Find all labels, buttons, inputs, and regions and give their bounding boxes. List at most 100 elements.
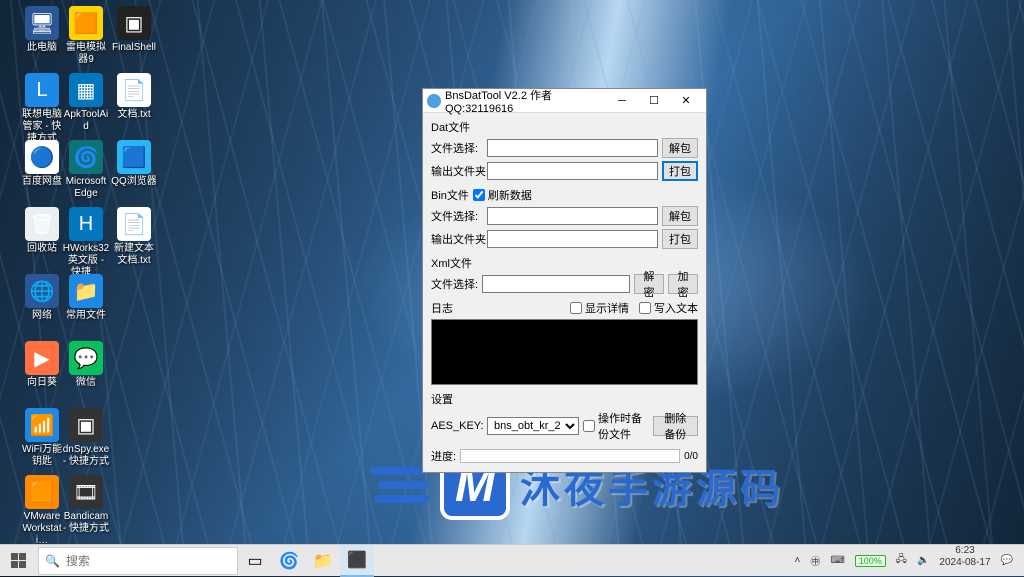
backup-checkbox[interactable]: 操作时备份文件: [583, 410, 649, 442]
app-icon: ▣: [117, 6, 151, 40]
notifications-button[interactable]: 💬: [996, 545, 1018, 576]
desktop-icon[interactable]: 🔵百度网盘: [18, 140, 66, 188]
delete-backup-button[interactable]: 删除备份: [653, 416, 698, 436]
bin-pack-button[interactable]: 打包: [662, 229, 698, 249]
tray-battery-icon[interactable]: 100%: [850, 545, 891, 576]
clock-time: 6:23: [955, 545, 974, 557]
icon-label: ApkToolAid: [62, 109, 110, 133]
progress-label: 进度:: [431, 448, 456, 464]
desktop-icon[interactable]: ▦ApkToolAid: [62, 73, 110, 133]
bin-file-select-label: 文件选择:: [431, 208, 483, 224]
xml-decrypt-button[interactable]: 解密: [634, 274, 664, 294]
taskbar-clock[interactable]: 6:23 2024-08-17: [934, 545, 995, 576]
log-write-checkbox[interactable]: 写入文本: [639, 300, 698, 316]
bin-refresh-check[interactable]: [473, 189, 485, 201]
bin-section-label: Bin文件: [431, 187, 469, 203]
dat-out-input[interactable]: [487, 162, 658, 180]
task-view-button[interactable]: ▭: [238, 545, 272, 577]
aes-key-select[interactable]: bns_obt_kr_2014#: [487, 417, 579, 435]
app-icon: 📁: [69, 274, 103, 308]
desktop-icon[interactable]: 📶WiFi万能钥匙: [18, 408, 66, 468]
tray-overflow-button[interactable]: ˄: [789, 545, 805, 576]
windows-logo-icon: [11, 553, 26, 568]
icon-label: 雷电模拟器9: [62, 42, 110, 66]
bin-file-input[interactable]: [487, 207, 658, 225]
icon-label: 此电脑: [18, 42, 66, 54]
desktop-icon[interactable]: ▣dnSpy.exe - 快捷方式: [62, 408, 110, 468]
dat-unpack-button[interactable]: 解包: [662, 138, 698, 158]
aes-key-label: AES_KEY:: [431, 420, 483, 432]
search-input[interactable]: [66, 554, 231, 568]
desktop-icon[interactable]: HHWorks32英文版 - 快捷…: [62, 207, 110, 279]
desktop-icon[interactable]: 🟧雷电模拟器9: [62, 6, 110, 66]
xml-file-input[interactable]: [482, 275, 630, 293]
maximize-button[interactable]: ☐: [638, 90, 670, 112]
minimize-button[interactable]: ─: [606, 90, 638, 112]
desktop-icon[interactable]: 🌐 网络: [18, 274, 66, 322]
log-detail-checkbox[interactable]: 显示详情: [570, 300, 629, 316]
desktop-icon[interactable]: 🟧VMware Workstati…: [18, 475, 66, 547]
app-icon: 🗑: [25, 207, 59, 241]
desktop-icon[interactable]: ▶ 向日葵: [18, 341, 66, 389]
dat-pack-button[interactable]: 打包: [662, 161, 698, 181]
icon-label: dnSpy.exe - 快捷方式: [62, 444, 110, 468]
app-icon: L: [25, 73, 59, 107]
desktop-icon[interactable]: 📁 常用文件: [62, 274, 110, 322]
bin-unpack-button[interactable]: 解包: [662, 206, 698, 226]
bnsdattool-window: BnsDatTool V2.2 作者QQ:32119616 ─ ☐ ✕ Dat文…: [422, 88, 707, 473]
desktop-icon[interactable]: 🌀Microsoft Edge: [62, 140, 110, 200]
app-icon: [427, 94, 441, 108]
system-tray: ˄ ㊥ ⌨ 100% 🖧 🔈 6:23 2024-08-17 💬: [789, 545, 1024, 576]
icon-label: FinalShell: [110, 42, 158, 54]
app-icon: 📶: [25, 408, 59, 442]
xml-file-select-label: 文件选择:: [431, 276, 478, 292]
dat-out-folder-label: 输出文件夹:: [431, 163, 483, 179]
taskbar-app-edge[interactable]: 🌀: [272, 545, 306, 577]
log-textarea[interactable]: [431, 319, 698, 385]
titlebar[interactable]: BnsDatTool V2.2 作者QQ:32119616 ─ ☐ ✕: [423, 89, 706, 113]
app-icon: ▦: [69, 73, 103, 107]
tray-volume-icon[interactable]: 🔈: [912, 545, 934, 576]
backup-check[interactable]: [583, 420, 595, 432]
bin-group: Bin文件 刷新数据 文件选择: 解包 输出文件夹: 打包: [431, 187, 698, 249]
icon-label: 向日葵: [18, 377, 66, 389]
desktop-icon[interactable]: ▣ FinalShell: [110, 6, 158, 54]
app-icon: ▶: [25, 341, 59, 375]
xml-group: Xml文件 文件选择: 解密 加密: [431, 255, 698, 294]
bin-out-folder-label: 输出文件夹:: [431, 231, 483, 247]
desktop-icon[interactable]: 📄新建文本文档.txt: [110, 207, 158, 267]
icon-label: 新建文本文档.txt: [110, 243, 158, 267]
icon-label: 常用文件: [62, 310, 110, 322]
app-icon: 🌐: [25, 274, 59, 308]
tray-ime-icon[interactable]: ㊥: [805, 545, 825, 576]
icon-label: 文档.txt: [110, 109, 158, 121]
bin-out-input[interactable]: [487, 230, 658, 248]
show-desktop-button[interactable]: [1018, 545, 1024, 576]
start-button[interactable]: [0, 545, 36, 577]
desktop-icon[interactable]: 🎞Bandicam - 快捷方式: [62, 475, 110, 535]
dat-file-input[interactable]: [487, 139, 658, 157]
app-icon: 📄: [117, 207, 151, 241]
icon-label: 网络: [18, 310, 66, 322]
desktop-icon[interactable]: 🖥此电脑: [18, 6, 66, 54]
desktop-icon[interactable]: 🗑回收站: [18, 207, 66, 255]
xml-encrypt-button[interactable]: 加密: [668, 274, 698, 294]
app-icon: 🟧: [25, 475, 59, 509]
desktop-icon[interactable]: 📄文档.txt: [110, 73, 158, 121]
log-detail-check[interactable]: [570, 302, 582, 314]
desktop-icon[interactable]: 💬微信: [62, 341, 110, 389]
log-write-check[interactable]: [639, 302, 651, 314]
clock-date: 2024-08-17: [939, 557, 990, 569]
taskbar-app-bnsdattool[interactable]: ⬛: [340, 545, 374, 577]
desktop-icon[interactable]: 🟦QQ浏览器: [110, 140, 158, 188]
taskbar-app-explorer[interactable]: 📁: [306, 545, 340, 577]
tray-network-icon[interactable]: 🖧: [891, 545, 912, 576]
desktop-icon[interactable]: L联想电脑管家 - 快捷方式: [18, 73, 66, 145]
close-button[interactable]: ✕: [670, 90, 702, 112]
tray-input-icon[interactable]: ⌨: [825, 545, 849, 576]
xml-section-label: Xml文件: [431, 255, 698, 271]
app-icon: 🟧: [69, 6, 103, 40]
taskbar-search[interactable]: 🔍: [38, 547, 238, 575]
bin-refresh-checkbox[interactable]: 刷新数据: [473, 187, 532, 203]
dat-file-select-label: 文件选择:: [431, 140, 483, 156]
